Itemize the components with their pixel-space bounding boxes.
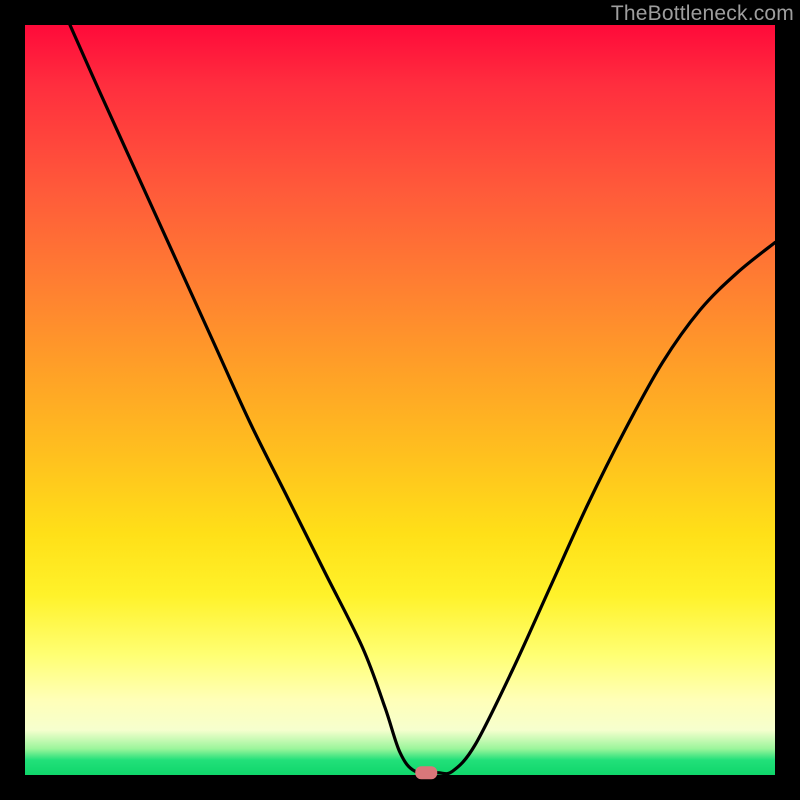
chart-frame: TheBottleneck.com bbox=[0, 0, 800, 800]
optimal-marker bbox=[415, 766, 437, 779]
plot-svg bbox=[25, 25, 775, 775]
bottleneck-curve bbox=[70, 25, 775, 774]
plot-area bbox=[25, 25, 775, 775]
source-watermark: TheBottleneck.com bbox=[611, 2, 794, 26]
